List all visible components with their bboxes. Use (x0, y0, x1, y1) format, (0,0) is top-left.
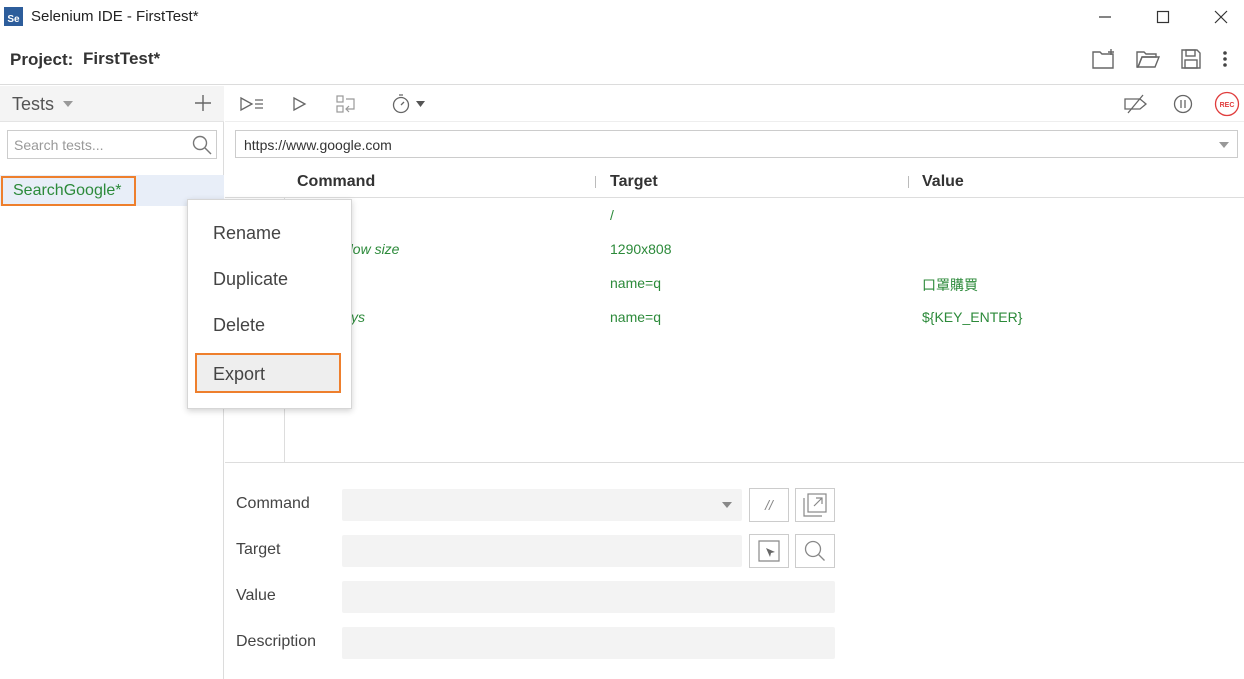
save-icon (1181, 49, 1201, 69)
table-row[interactable]: / (225, 198, 1244, 232)
value-label: Value (236, 587, 276, 604)
close-icon (1214, 10, 1228, 24)
disable-breakpoints-button[interactable] (1123, 92, 1149, 116)
open-project-button[interactable] (1135, 46, 1161, 72)
chevron-down-icon[interactable] (63, 101, 73, 107)
open-reference-button[interactable] (795, 488, 835, 522)
base-url-value: https://www.google.com (244, 137, 392, 153)
step-over-icon (336, 95, 355, 113)
target-cell: 1290x808 (610, 241, 672, 257)
minimize-icon (1099, 16, 1111, 18)
tests-dropdown[interactable]: Tests (12, 94, 54, 115)
run-all-icon (240, 96, 263, 112)
chevron-down-icon (416, 101, 425, 107)
commands-table-body: / dow size 1290x808 name=q 口罩購買 ys name=… (225, 198, 1244, 462)
table-row[interactable]: name=q 口罩購買 (225, 266, 1244, 300)
close-button[interactable] (1192, 0, 1244, 34)
find-target-button[interactable] (795, 534, 835, 568)
new-folder-icon (1092, 49, 1114, 69)
menu-item-delete[interactable]: Delete (188, 306, 351, 346)
command-cell: ys (351, 309, 365, 325)
search-icon[interactable] (192, 135, 212, 155)
search-tests-input[interactable] (14, 136, 184, 154)
command-cell: dow size (345, 241, 400, 257)
test-speed-button[interactable] (389, 92, 427, 116)
run-all-tests-button[interactable] (239, 92, 265, 116)
record-icon: REC (1214, 91, 1240, 117)
step-over-button[interactable] (335, 92, 359, 116)
column-header-value: Value (922, 173, 964, 190)
target-label: Target (236, 541, 281, 558)
description-label: Description (236, 633, 317, 650)
table-divider (225, 462, 1244, 463)
stopwatch-icon (392, 94, 410, 114)
column-resizer[interactable] (908, 176, 909, 188)
column-resizer[interactable] (595, 176, 596, 188)
menu-item-export[interactable]: Export (195, 353, 341, 393)
command-label: Command (236, 495, 310, 512)
project-label: Project: (10, 50, 74, 69)
table-row[interactable]: ys name=q ${KEY_ENTER} (225, 300, 1244, 334)
test-context-menu: Rename Duplicate Delete Export (187, 199, 352, 409)
target-cell: name=q (610, 309, 661, 325)
column-header-target: Target (610, 173, 658, 190)
title-bar: Se Selenium IDE - FirstTest* (0, 0, 1244, 34)
tests-header: Tests (0, 86, 224, 122)
toggle-comment-button[interactable]: // (749, 488, 789, 522)
save-project-button[interactable] (1178, 46, 1204, 72)
play-icon (293, 96, 307, 112)
project-name[interactable]: FirstTest* (83, 49, 160, 69)
target-cell: name=q (610, 275, 661, 291)
commands-table-header: Command Target Value (225, 165, 1244, 198)
minimize-button[interactable] (1076, 0, 1134, 34)
value-cell: ${KEY_ENTER} (922, 309, 1023, 325)
menu-item-rename[interactable]: Rename (188, 214, 351, 254)
open-folder-icon (1136, 51, 1161, 68)
pause-icon (1173, 94, 1193, 114)
breakpoint-off-icon (1124, 94, 1148, 114)
value-cell: 口罩購買 (922, 277, 978, 293)
table-row[interactable]: dow size 1290x808 (225, 232, 1244, 266)
menu-item-duplicate[interactable]: Duplicate (188, 260, 351, 300)
comment-label: // (765, 497, 773, 513)
base-url-input[interactable]: https://www.google.com (235, 130, 1238, 158)
test-item-searchgoogle[interactable]: SearchGoogle* (1, 176, 136, 206)
window-title: Selenium IDE - FirstTest* (31, 8, 199, 25)
maximize-icon (1156, 10, 1170, 24)
svg-text:REC: REC (1220, 102, 1235, 109)
target-input[interactable] (342, 535, 742, 567)
open-in-new-icon (803, 493, 827, 517)
add-test-button[interactable] (192, 92, 214, 114)
new-project-button[interactable] (1091, 46, 1117, 72)
more-vertical-icon (1223, 51, 1227, 67)
more-options-button[interactable] (1212, 46, 1238, 72)
description-input[interactable] (342, 627, 835, 659)
command-select[interactable] (342, 489, 742, 521)
search-tests-box (7, 130, 217, 159)
target-cell: / (610, 207, 614, 223)
selenium-logo-icon: Se (4, 7, 23, 26)
toolbar: REC (225, 86, 1244, 122)
maximize-button[interactable] (1134, 0, 1192, 34)
project-header: Project: FirstTest* (0, 34, 1244, 85)
value-input[interactable] (342, 581, 835, 613)
chevron-down-icon (722, 502, 732, 508)
column-header-command: Command (297, 173, 376, 190)
search-icon (804, 540, 825, 561)
select-target-button[interactable] (749, 534, 789, 568)
run-current-test-button[interactable] (289, 92, 309, 116)
chevron-down-icon[interactable] (1219, 142, 1229, 148)
record-button[interactable]: REC (1214, 91, 1240, 117)
select-element-icon (758, 540, 780, 562)
pause-on-exceptions-button[interactable] (1172, 92, 1194, 116)
